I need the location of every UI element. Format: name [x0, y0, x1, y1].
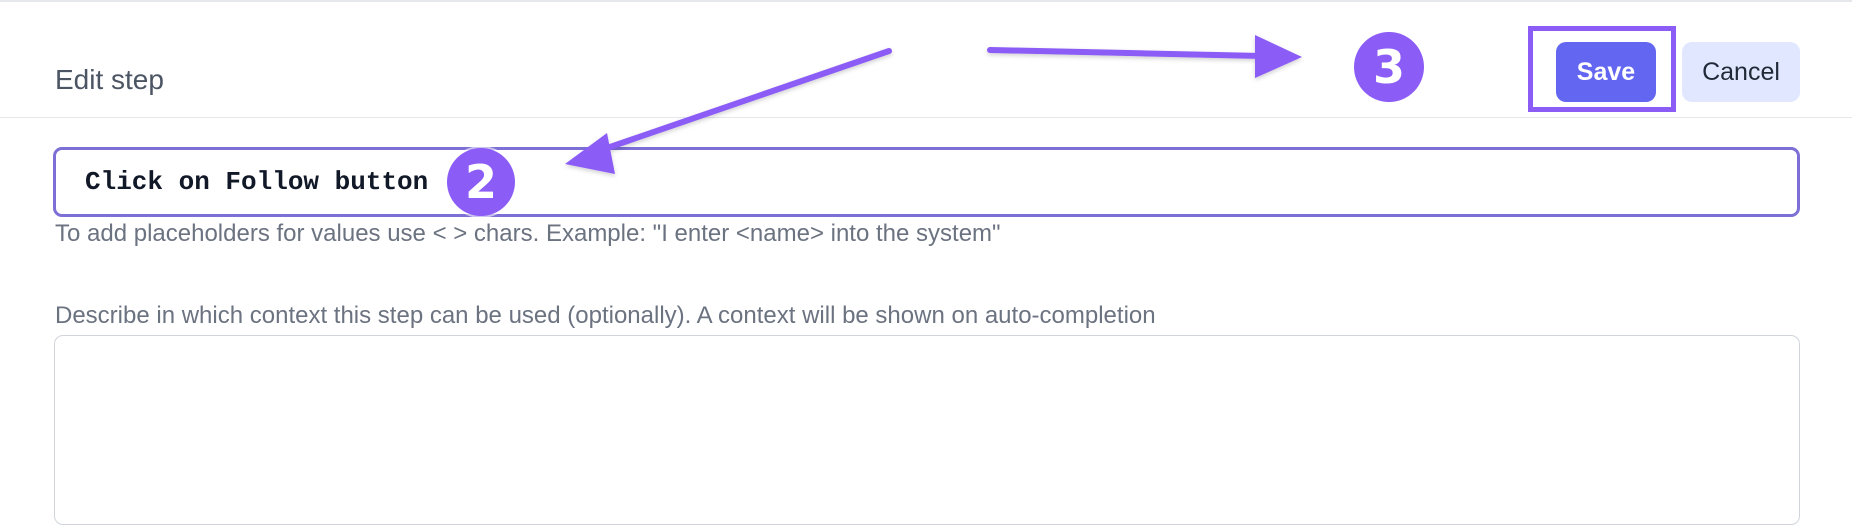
- save-button[interactable]: Save: [1556, 42, 1656, 102]
- step-badge-2: 2: [447, 148, 515, 216]
- step-badge-3: 3: [1354, 32, 1424, 102]
- context-textarea[interactable]: [54, 335, 1800, 525]
- page-title: Edit step: [55, 64, 164, 95]
- step-name-input[interactable]: [53, 147, 1800, 217]
- context-label: Describe in which context this step can …: [55, 302, 1156, 329]
- cancel-button[interactable]: Cancel: [1682, 42, 1800, 102]
- placeholder-hint: To add placeholders for values use < > c…: [55, 220, 1001, 247]
